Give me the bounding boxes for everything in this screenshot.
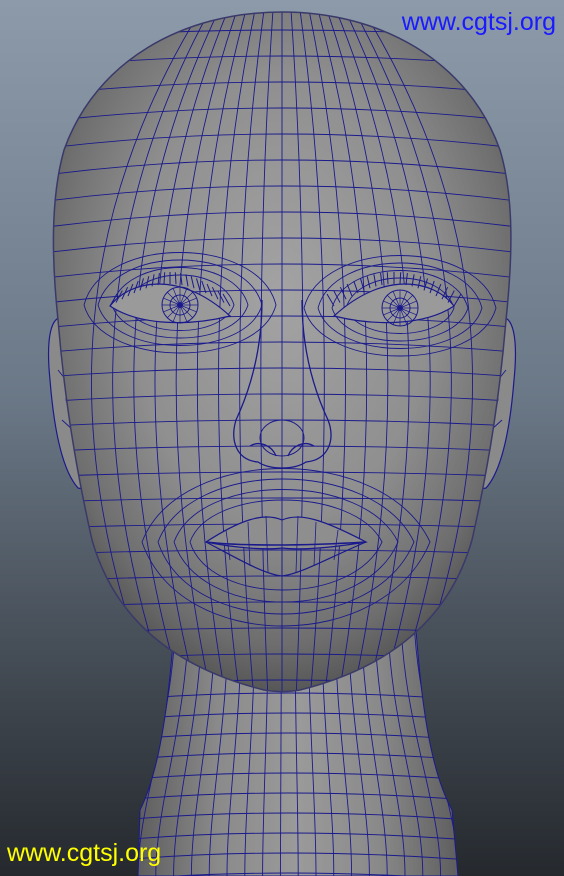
viewport-3d[interactable]: www.cgtsj.org www.cgtsj.org — [0, 0, 564, 876]
watermark-bottom: www.cgtsj.org — [7, 839, 162, 867]
watermark-top: www.cgtsj.org — [401, 8, 556, 36]
head-wireframe-model[interactable] — [0, 0, 564, 876]
head-mesh — [52, 11, 512, 693]
